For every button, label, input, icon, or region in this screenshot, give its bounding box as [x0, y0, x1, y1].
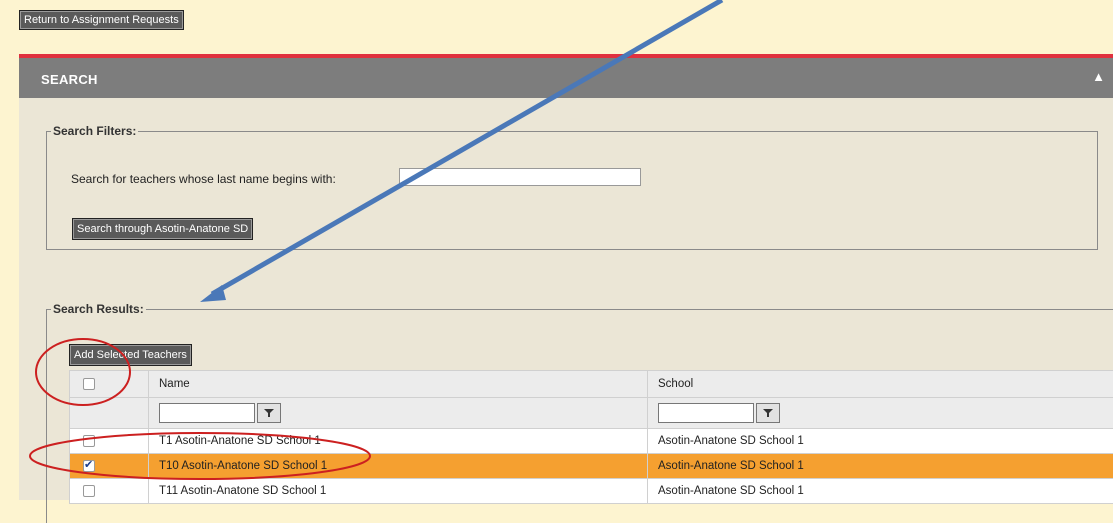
grid-filter-row — [70, 398, 1113, 429]
search-district-button[interactable]: Search through Asotin-Anatone SD — [72, 218, 253, 240]
last-name-filter-label: Search for teachers whose last name begi… — [71, 172, 336, 186]
school-filter-input[interactable] — [658, 403, 754, 423]
return-to-assignment-requests-button[interactable]: Return to Assignment Requests — [19, 10, 184, 30]
search-filters-group: Search Filters: Search for teachers whos… — [46, 124, 1098, 250]
search-filters-legend: Search Filters: — [51, 124, 138, 138]
name-filter-input[interactable] — [159, 403, 255, 423]
teacher-name: T10 Asotin-Anatone SD School 1 — [149, 460, 327, 472]
name-column-header[interactable]: Name — [149, 371, 648, 398]
add-selected-teachers-button[interactable]: Add Selected Teachers — [69, 344, 192, 366]
name-filter-button[interactable] — [257, 403, 281, 423]
search-results-legend: Search Results: — [51, 302, 146, 316]
last-name-filter-input[interactable] — [399, 168, 641, 186]
search-panel-body: Search Filters: Search for teachers whos… — [19, 98, 1113, 500]
row-checkbox[interactable] — [83, 485, 95, 497]
search-panel-header[interactable]: SEARCH ▲ — [19, 58, 1113, 98]
school-filter-button[interactable] — [756, 403, 780, 423]
panel-title: SEARCH — [41, 72, 98, 87]
select-all-checkbox[interactable] — [83, 378, 95, 390]
table-row[interactable]: T10 Asotin-Anatone SD School 1 Asotin-An… — [70, 454, 1113, 479]
row-checkbox[interactable] — [83, 460, 95, 472]
search-results-group: Search Results: Add Selected Teachers Na… — [46, 302, 1113, 523]
teacher-name: T11 Asotin-Anatone SD School 1 — [149, 485, 326, 497]
select-all-cell — [70, 371, 149, 398]
teacher-name: T1 Asotin-Anatone SD School 1 — [149, 435, 321, 447]
row-checkbox[interactable] — [83, 435, 95, 447]
collapse-up-icon[interactable]: ▲ — [1092, 69, 1105, 84]
teacher-school: Asotin-Anatone SD School 1 — [648, 485, 804, 497]
teacher-school: Asotin-Anatone SD School 1 — [648, 460, 804, 472]
table-row[interactable]: T1 Asotin-Anatone SD School 1 Asotin-Ana… — [70, 429, 1113, 454]
teacher-school: Asotin-Anatone SD School 1 — [648, 435, 804, 447]
results-grid: Name School T1 Asotin-Anatone SD School … — [69, 370, 1113, 504]
school-column-header[interactable]: School — [648, 371, 1113, 398]
grid-header-row: Name School — [70, 371, 1113, 398]
